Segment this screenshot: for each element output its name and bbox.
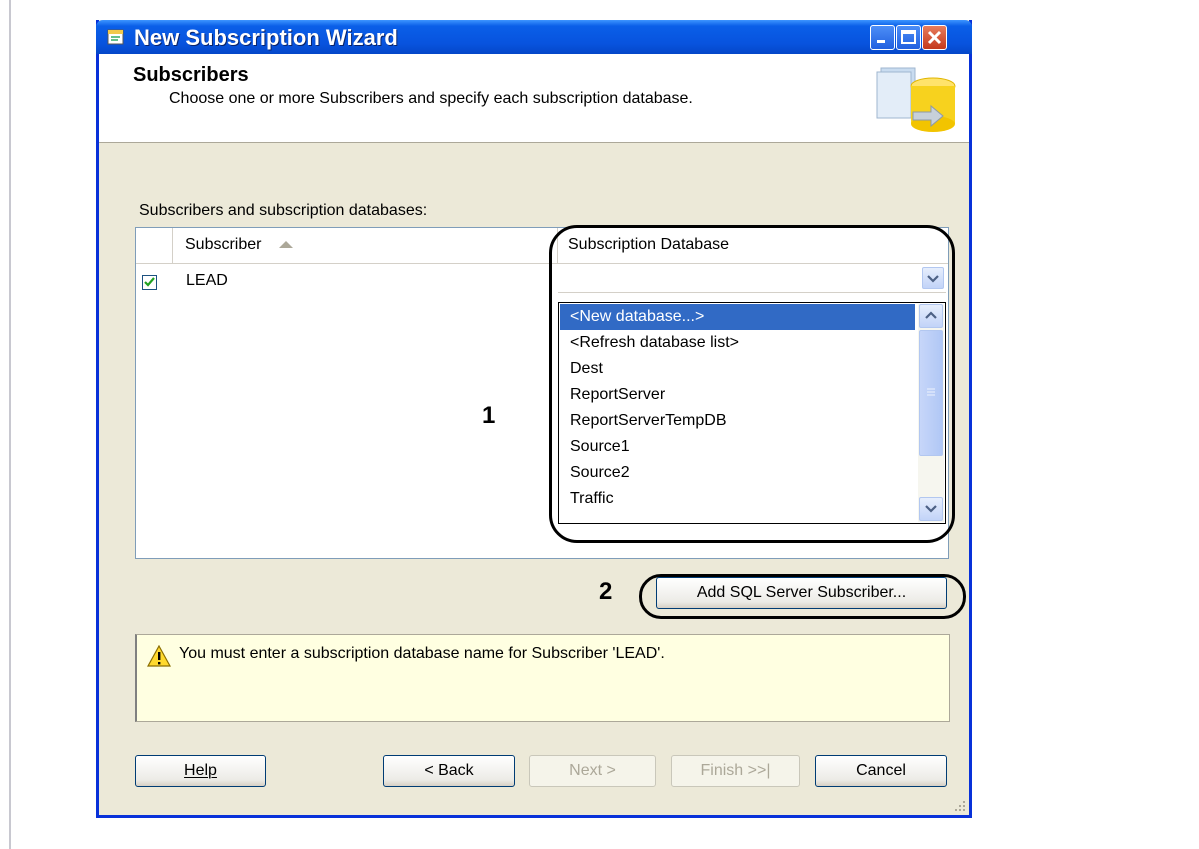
callout-ring-1 — [549, 225, 955, 543]
checkbox-column-header — [136, 228, 173, 264]
validation-message: You must enter a subscription database n… — [179, 645, 665, 662]
column-header-subscriber[interactable]: Subscriber — [173, 228, 558, 264]
cancel-button[interactable]: Cancel — [815, 755, 947, 787]
resize-grip-icon[interactable] — [954, 800, 966, 812]
minimize-button[interactable] — [870, 25, 895, 50]
close-icon — [927, 30, 942, 45]
page-left-border — [9, 0, 11, 849]
grid-label: Subscribers and subscription databases: — [139, 202, 428, 219]
sort-ascending-icon — [279, 241, 294, 249]
title-bar[interactable]: New Subscription Wizard — [96, 20, 972, 54]
page-subtitle: Choose one or more Subscribers and speci… — [169, 90, 693, 107]
wizard-window: New Subscription Wizard Subscribers Choo… — [96, 20, 972, 818]
help-button[interactable]: Help — [135, 755, 266, 787]
finish-button[interactable]: Finish >>| — [671, 755, 800, 787]
database-graphic-icon — [876, 67, 956, 132]
window-title: New Subscription Wizard — [134, 25, 398, 50]
page-title: Subscribers — [133, 64, 249, 86]
wizard-app-icon — [107, 29, 124, 45]
help-button-label: Help — [184, 762, 217, 779]
wizard-header: Subscribers Choose one or more Subscribe… — [99, 54, 969, 143]
subscriber-name-cell[interactable]: LEAD — [186, 272, 228, 290]
column-header-label: Subscriber — [185, 236, 262, 253]
minimize-icon — [877, 40, 885, 43]
close-button[interactable] — [922, 25, 947, 50]
callout-marker-1: 1 — [482, 402, 496, 429]
checkmark-icon — [144, 277, 155, 287]
callout-marker-2: 2 — [599, 578, 613, 605]
validation-message-box: You must enter a subscription database n… — [135, 634, 950, 722]
next-button[interactable]: Next > — [529, 755, 656, 787]
maximize-icon — [901, 30, 916, 44]
back-button[interactable]: < Back — [383, 755, 515, 787]
warning-icon — [147, 645, 171, 667]
subscriber-checkbox[interactable] — [142, 275, 157, 290]
maximize-button[interactable] — [896, 25, 921, 50]
add-sql-server-subscriber-button[interactable]: Add SQL Server Subscriber... — [656, 577, 947, 609]
